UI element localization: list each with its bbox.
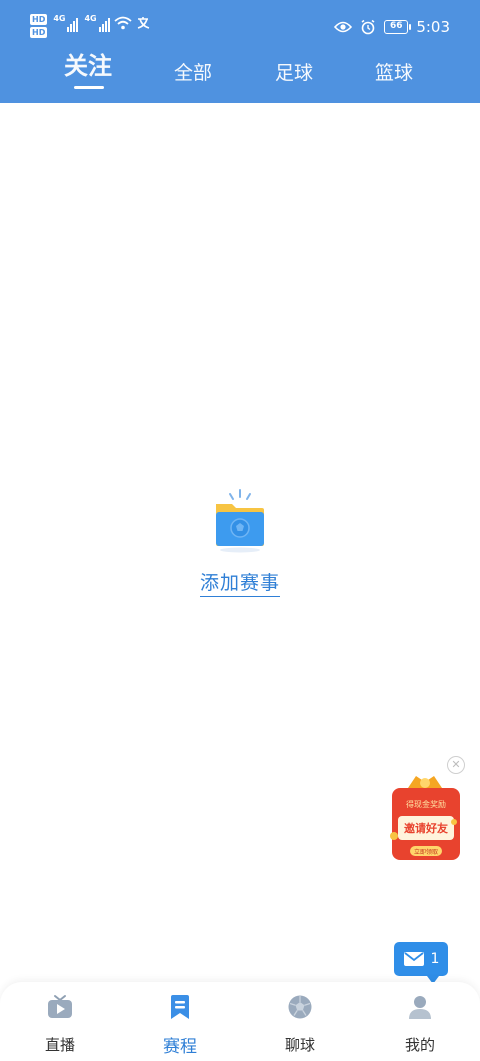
bottom-nav: 直播 赛程 聊球 我的	[0, 982, 480, 1061]
tab-basketball[interactable]: 篮球	[375, 58, 413, 85]
nav-label: 直播	[44, 1036, 75, 1054]
clock: 5:03	[416, 18, 450, 36]
app-notification-icon	[136, 14, 152, 32]
tab-follow[interactable]: 关注	[64, 46, 112, 81]
signal-icon: 4G	[84, 14, 110, 32]
status-left: HD HD 4G 4G	[30, 14, 152, 38]
folder-football-icon	[210, 488, 270, 554]
top-tabs: 关注 全部 足球 篮球	[0, 50, 480, 95]
nav-schedule[interactable]: 赛程	[140, 992, 220, 1057]
app-page: HD HD 4G 4G 66 5:03 关注 全部 足球 篮球 添加赛事 ✕ 得…	[0, 0, 480, 1061]
wifi-icon	[114, 14, 132, 32]
empty-state: 添加赛事	[0, 488, 480, 597]
mail-icon	[403, 952, 424, 966]
nav-label: 聊球	[284, 1036, 315, 1054]
promo-button-text: 立即领取	[414, 848, 438, 856]
hd-badge: HD	[30, 14, 48, 25]
add-match-link[interactable]: 添加赛事	[199, 568, 280, 597]
football-icon	[260, 992, 340, 1022]
header: HD HD 4G 4G 66 5:03 关注 全部 足球 篮球	[0, 0, 480, 103]
tab-all[interactable]: 全部	[174, 58, 212, 85]
battery-icon: 66	[384, 20, 412, 34]
nav-live[interactable]: 直播	[20, 992, 100, 1055]
tab-football[interactable]: 足球	[275, 58, 313, 85]
promo-main-text: 邀请好友	[404, 821, 448, 835]
signal-icon: 4G	[53, 14, 79, 32]
user-icon	[380, 992, 460, 1022]
nav-chat[interactable]: 聊球	[260, 992, 340, 1055]
invite-friends-banner[interactable]: 得现金奖励 邀请好友 立即领取	[388, 770, 462, 862]
active-tab-indicator	[74, 86, 104, 89]
alarm-icon	[361, 19, 375, 35]
bookmark-schedule-icon	[140, 992, 220, 1022]
nav-label: 赛程	[163, 1037, 197, 1057]
status-bar: HD HD 4G 4G 66 5:03	[0, 0, 480, 52]
message-button[interactable]: 1	[394, 942, 448, 984]
hd-badge: HD	[30, 27, 48, 38]
message-count: 1	[430, 951, 440, 967]
eye-icon	[334, 21, 353, 33]
nav-mine[interactable]: 我的	[380, 992, 460, 1055]
status-right: 66 5:03	[334, 18, 450, 36]
nav-label: 我的	[404, 1036, 435, 1054]
tv-icon	[20, 992, 100, 1022]
promo-top-text: 得现金奖励	[406, 799, 446, 809]
